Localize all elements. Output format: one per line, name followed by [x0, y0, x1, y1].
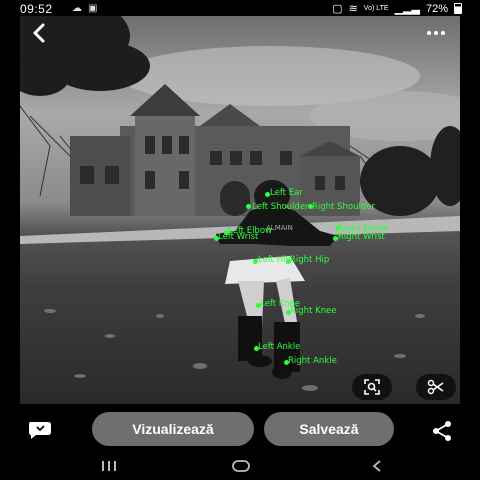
view-button[interactable]: Vizualizează: [92, 412, 254, 446]
back-arrow-icon: [33, 23, 45, 43]
photo-canvas[interactable]: ALMAIN Left Ear Left Shoulder Right Shou…: [20, 16, 460, 404]
image-search-icon: [364, 379, 380, 395]
wifi-icon: ≋: [348, 3, 358, 15]
battery-percent: 72%: [425, 2, 448, 15]
system-nav-bar: [0, 454, 480, 480]
cutout-button[interactable]: [416, 374, 456, 400]
system-icons: ▢ ≋ Vo) LTE ▁▂▃ 72%: [332, 2, 462, 15]
scissors-icon: [427, 379, 444, 395]
left-shoulder-label: Left Shoulder: [252, 202, 309, 212]
feedback-button[interactable]: [26, 418, 54, 442]
notification-icons: ☁ ▣: [72, 3, 97, 14]
status-time: 09:52: [20, 2, 53, 16]
home-icon: [232, 460, 250, 472]
right-knee-label: Right Knee: [290, 306, 337, 316]
home-button[interactable]: [230, 458, 252, 474]
right-hip-label: Right Hip: [290, 255, 330, 265]
more-options-button[interactable]: [422, 22, 450, 44]
left-ankle-label: Left Ankle: [258, 342, 301, 352]
signal-icon: ▁▂▃: [394, 3, 420, 15]
right-wrist-label: Right Wrist: [338, 232, 385, 242]
right-ankle-label: Right Ankle: [288, 356, 337, 366]
right-shoulder-label: Right Shoulder: [312, 202, 375, 212]
cloud-icon: ☁: [72, 3, 82, 14]
network-label: Vo) LTE: [363, 5, 389, 12]
photo-top-controls: [20, 16, 460, 50]
recent-apps-icon: [102, 461, 116, 471]
chat-bubble-icon: [29, 422, 51, 439]
more-dots-icon: [427, 31, 431, 35]
save-button[interactable]: Salvează: [264, 412, 394, 446]
bottom-action-bar: Vizualizează Salvează: [0, 404, 480, 454]
alarm-icon: ▢: [332, 3, 343, 15]
photo-scene: ALMAIN: [20, 16, 460, 391]
visual-search-button[interactable]: [352, 374, 392, 400]
left-ear-label: Left Ear: [270, 188, 303, 198]
back-button[interactable]: [26, 20, 52, 46]
recent-apps-button[interactable]: [98, 458, 120, 474]
left-shoulder-dot: [246, 204, 251, 209]
left-wrist-label: Left Wrist: [218, 232, 259, 242]
image-icon: ▣: [88, 3, 98, 14]
nav-back-icon: [372, 460, 381, 472]
share-icon: [433, 421, 451, 441]
share-button[interactable]: [430, 420, 454, 442]
battery-icon: [454, 3, 462, 14]
back-nav-button[interactable]: [366, 458, 388, 474]
